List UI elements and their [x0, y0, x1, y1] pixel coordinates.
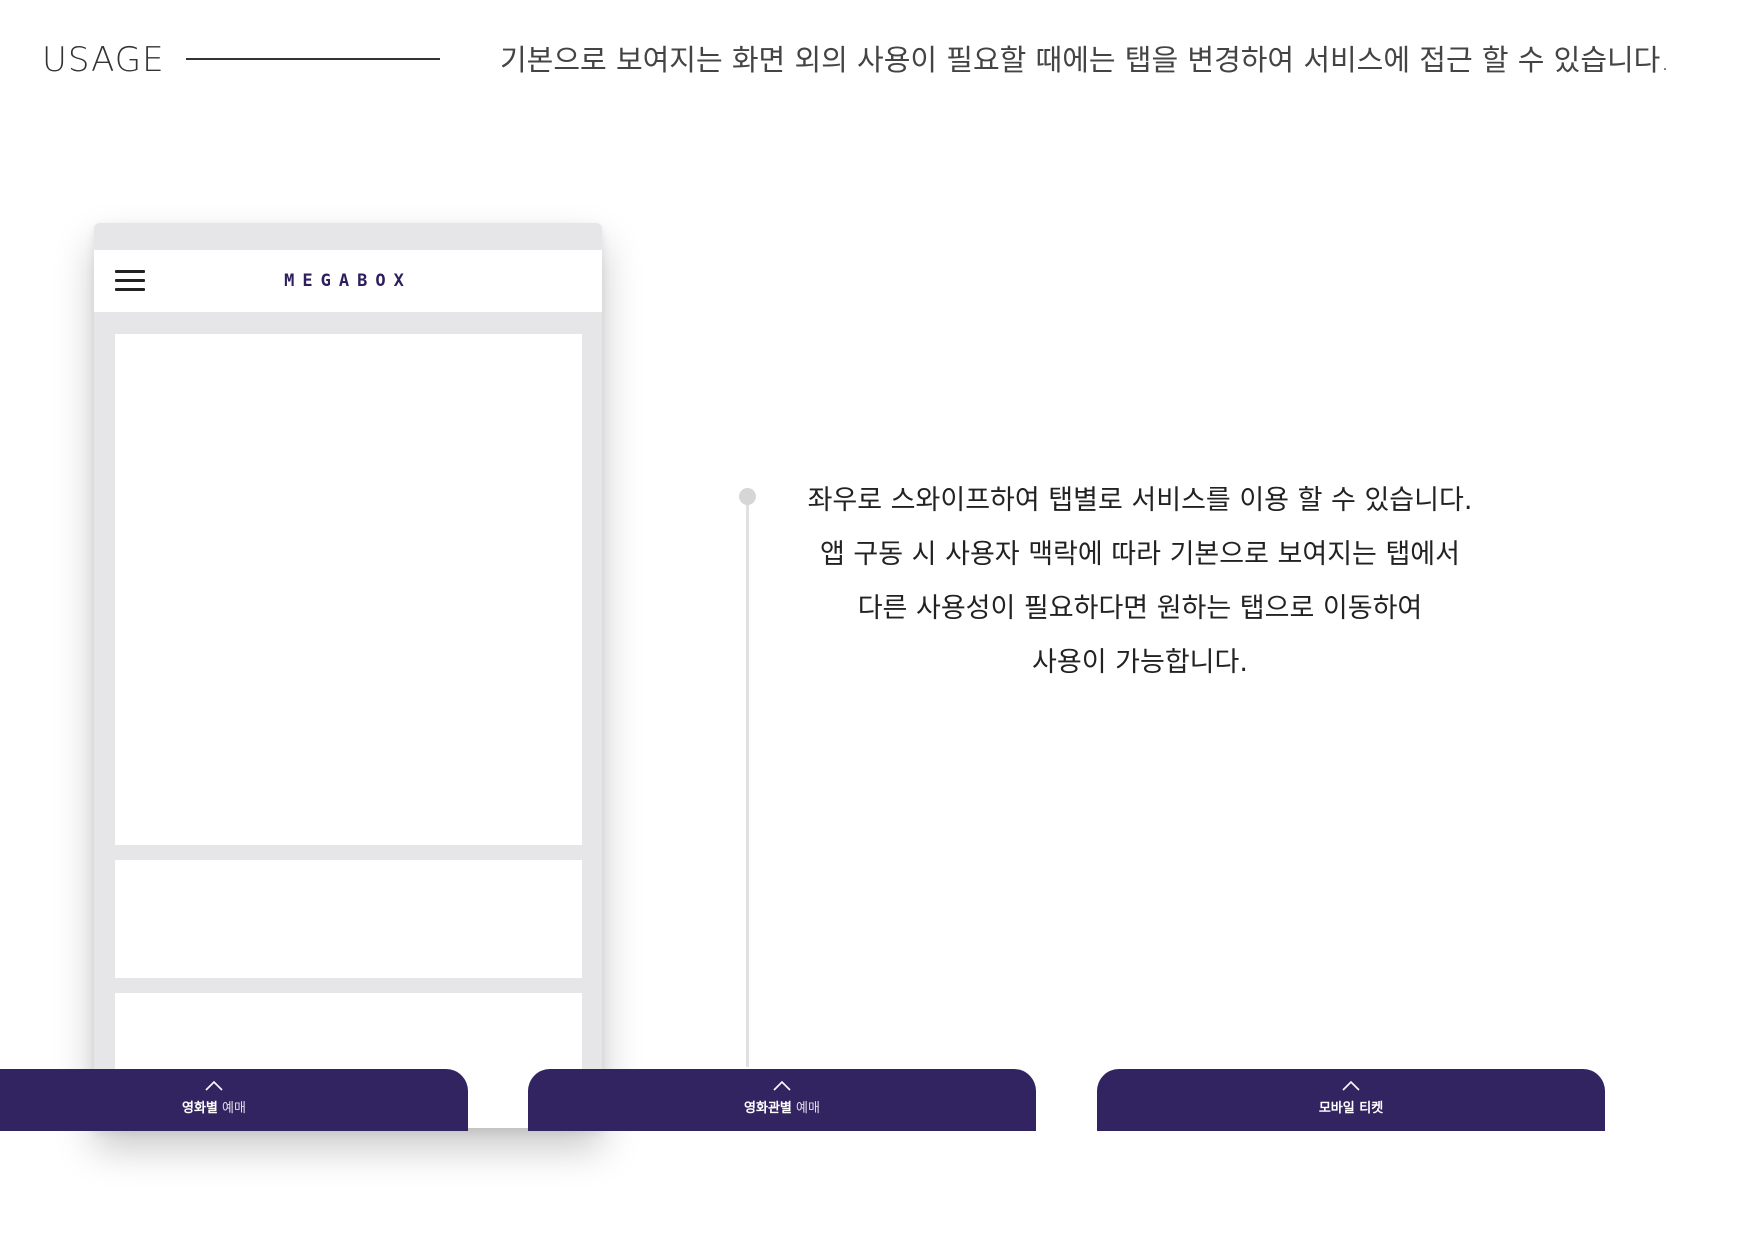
phone-app-header: MEGABOX	[94, 250, 602, 312]
phone-mockup: MEGABOX	[94, 223, 602, 1128]
tab-label: 영화관별 예매	[528, 1100, 1036, 1118]
hamburger-menu-icon[interactable]	[115, 270, 145, 292]
section-title: USAGE	[42, 40, 165, 80]
tab-theater-booking[interactable]: 영화관별 예매	[528, 1069, 1036, 1131]
chevron-up-icon	[773, 1080, 791, 1091]
timeline-dot	[739, 488, 756, 505]
tab-movie-booking[interactable]: 영화별 예매	[0, 1069, 468, 1131]
chevron-up-icon	[1342, 1080, 1360, 1091]
content-card-main	[115, 334, 582, 845]
section-description: 기본으로 보여지는 화면 외의 사용이 필요할 때에는 탭을 변경하여 서비스에…	[500, 43, 1670, 77]
chevron-up-icon	[205, 1080, 223, 1091]
tab-label-light: 예매	[217, 1101, 246, 1116]
tab-label: 영화별 예매	[0, 1100, 468, 1118]
explanation-line: 좌우로 스와이프하여 탭별로 서비스를 이용 할 수 있습니다.	[807, 485, 1473, 516]
tab-label: 모바일 티켓	[1097, 1100, 1605, 1118]
title-divider	[186, 58, 440, 60]
tab-label-strong: 영화별	[182, 1101, 218, 1116]
timeline-line	[746, 500, 749, 1067]
megabox-logo: MEGABOX	[284, 271, 412, 291]
usage-explanation: 좌우로 스와이프하여 탭별로 서비스를 이용 할 수 있습니다. 앱 구동 시 …	[770, 474, 1510, 690]
explanation-line: 다른 사용성이 필요하다면 원하는 탭으로 이동하여	[857, 593, 1423, 624]
usage-page: USAGE 기본으로 보여지는 화면 외의 사용이 필요할 때에는 탭을 변경하…	[0, 0, 1754, 1239]
tab-label-light: 예매	[791, 1101, 820, 1116]
tab-label-strong: 모바일 티켓	[1318, 1101, 1384, 1116]
explanation-line: 앱 구동 시 사용자 맥락에 따라 기본으로 보여지는 탭에서	[820, 539, 1460, 570]
content-card-secondary	[115, 860, 582, 978]
phone-status-bar	[94, 223, 602, 250]
tab-mobile-ticket[interactable]: 모바일 티켓	[1097, 1069, 1605, 1131]
tab-label-strong: 영화관별	[744, 1101, 792, 1116]
explanation-line: 사용이 가능합니다.	[1032, 647, 1248, 678]
